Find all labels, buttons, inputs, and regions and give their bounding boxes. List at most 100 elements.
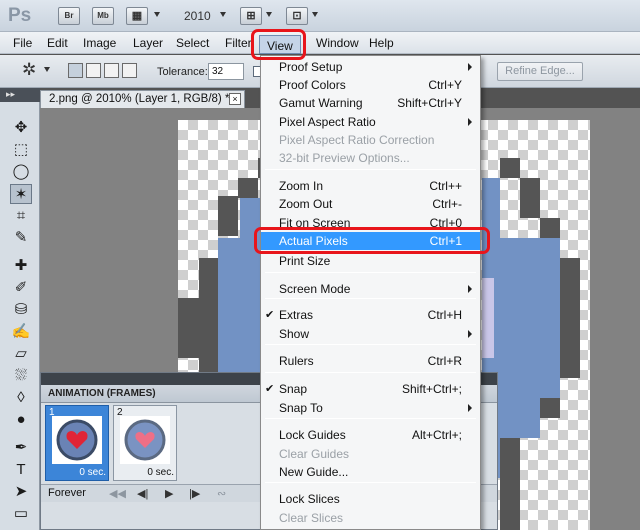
launch-mini-bridge-button[interactable]: Mb — [92, 7, 114, 25]
view-menu-item-lock-guides[interactable]: Lock Guides Alt+Ctrl+; — [261, 426, 480, 444]
menu-separator — [265, 169, 476, 170]
view-menu-item-zoom-in[interactable]: Zoom In Ctrl++ — [261, 177, 480, 195]
eraser-icon[interactable]: ▱ — [10, 344, 32, 364]
chevron-down-icon[interactable] — [220, 12, 226, 17]
history-brush-icon[interactable]: ✍ — [10, 322, 32, 342]
marquee-icon[interactable]: ⬚ — [10, 140, 32, 160]
rectangle-icon[interactable]: ▭ — [10, 504, 32, 524]
view-menu-item-rulers[interactable]: Rulers Ctrl+R — [261, 352, 480, 370]
lasso-icon[interactable]: ◯ — [10, 162, 32, 182]
menu-separator — [265, 372, 476, 373]
next-frame-button[interactable]: |▶ — [189, 487, 200, 500]
menu-filter[interactable]: Filter — [225, 36, 252, 50]
first-frame-button[interactable]: ◀◀ — [109, 487, 126, 500]
magic-wand-icon[interactable]: ✶ — [10, 184, 32, 204]
menu-item-shortcut: Ctrl+Y — [428, 78, 462, 92]
menu-item-shortcut: Shift+Ctrl+Y — [397, 96, 462, 110]
menu-item-label: New Guide... — [279, 465, 349, 479]
view-menu-item-print-size[interactable]: Print Size — [261, 252, 480, 270]
menu-item-label: 32-bit Preview Options... — [279, 151, 410, 165]
frame-thumbnail — [120, 416, 170, 464]
view-menu-item-zoom-out[interactable]: Zoom Out Ctrl+- — [261, 195, 480, 213]
view-menu-item-snap[interactable]: ✔ Snap Shift+Ctrl+; — [261, 380, 480, 398]
submenu-arrow-icon — [468, 63, 472, 71]
frame-delay[interactable]: 0 sec. — [114, 467, 174, 478]
type-icon[interactable]: T — [10, 460, 32, 480]
animation-panel-title: ANIMATION (FRAMES) — [48, 388, 156, 399]
zoom-level[interactable]: 2010 — [184, 9, 211, 23]
launch-bridge-button[interactable]: Br — [58, 7, 80, 25]
document-tab[interactable]: 2.png @ 2010% (Layer 1, RGB/8) * × — [40, 90, 245, 108]
menu-item-label: Extras — [279, 308, 314, 322]
view-extras-button[interactable]: ▦ — [126, 7, 148, 25]
menu-item-label: Print Size — [279, 254, 331, 268]
menu-separator — [265, 298, 476, 299]
subtract-from-selection-button[interactable] — [104, 63, 119, 78]
view-menu-item-new-guide[interactable]: New Guide... — [261, 463, 480, 481]
clone-stamp-icon[interactable]: ⛁ — [10, 300, 32, 320]
view-menu-item-pixel-aspect-ratio-correction: Pixel Aspect Ratio Correction — [261, 131, 480, 149]
chevron-down-icon[interactable] — [312, 12, 318, 17]
view-menu-item-extras[interactable]: ✔ Extras Ctrl+H — [261, 306, 480, 324]
menu-item-label: Proof Colors — [279, 78, 346, 92]
view-menu-item-proof-setup[interactable]: Proof Setup — [261, 58, 480, 76]
collapse-icon[interactable]: ▸▸ — [6, 89, 15, 100]
menu-edit[interactable]: Edit — [47, 36, 68, 50]
loop-select[interactable]: Forever — [48, 487, 86, 499]
view-menu-item-screen-mode[interactable]: Screen Mode — [261, 280, 480, 298]
view-menu-item-pixel-aspect-ratio[interactable]: Pixel Aspect Ratio — [261, 113, 480, 131]
screen-mode-button[interactable]: ⊡ — [286, 7, 308, 25]
menu-item-shortcut: Ctrl+R — [427, 354, 462, 368]
tools-panel-header[interactable]: ▸▸ — [0, 88, 40, 102]
move-icon[interactable]: ✥ — [10, 118, 32, 138]
view-menu-item-snap-to[interactable]: Snap To — [261, 399, 480, 417]
brush-icon[interactable]: ✐ — [10, 278, 32, 298]
previous-frame-button[interactable]: ◀| — [137, 487, 148, 500]
menu-image[interactable]: Image — [83, 36, 116, 50]
animation-frame[interactable]: 1 0 sec. — [45, 405, 109, 481]
animation-frame[interactable]: 2 0 sec. — [113, 405, 177, 481]
menu-layer[interactable]: Layer — [133, 36, 163, 50]
refine-edge-button[interactable]: Refine Edge... — [497, 62, 583, 81]
chevron-down-icon[interactable] — [266, 12, 272, 17]
magic-wand-icon[interactable]: ✲ — [22, 60, 36, 80]
play-button[interactable]: ▶ — [165, 487, 173, 500]
new-selection-button[interactable] — [68, 63, 83, 78]
photoshop-logo: Ps — [8, 5, 32, 26]
menu-item-label: Clear Guides — [279, 447, 350, 461]
pen-icon[interactable]: ✒ — [10, 438, 32, 458]
view-menu-item-lock-slices[interactable]: Lock Slices — [261, 490, 480, 508]
menu-window[interactable]: Window — [316, 36, 359, 50]
view-menu-item-gamut-warning[interactable]: Gamut Warning Shift+Ctrl+Y — [261, 94, 480, 112]
view-menu-item-proof-colors[interactable]: Proof Colors Ctrl+Y — [261, 76, 480, 94]
menu-select[interactable]: Select — [176, 36, 209, 50]
healing-brush-icon[interactable]: ✚ — [10, 256, 32, 276]
close-icon[interactable]: × — [229, 93, 241, 105]
menu-help[interactable]: Help — [369, 36, 394, 50]
blur-icon[interactable]: ◊ — [10, 388, 32, 408]
path-selection-icon[interactable]: ➤ — [10, 482, 32, 502]
document-title: 2.png @ 2010% (Layer 1, RGB/8) * — [49, 93, 230, 105]
eyedropper-icon[interactable]: ✎ — [10, 228, 32, 248]
title-bar: Ps Br Mb ▦ 2010 ⊞ ⊡ — [0, 0, 640, 32]
menu-item-label: Zoom Out — [279, 197, 333, 211]
menu-item-shortcut: Ctrl+H — [427, 308, 462, 322]
arrange-documents-button[interactable]: ⊞ — [240, 7, 262, 25]
menu-file[interactable]: File — [13, 36, 32, 50]
tween-button[interactable]: ∾ — [217, 487, 226, 500]
menu-item-label: Rulers — [279, 354, 314, 368]
tolerance-input[interactable]: 32 — [208, 63, 244, 80]
paint-bucket-icon[interactable]: ⛆ — [10, 366, 32, 386]
add-to-selection-button[interactable] — [86, 63, 101, 78]
dodge-icon[interactable]: ● — [10, 410, 32, 430]
submenu-arrow-icon — [468, 285, 472, 293]
frame-delay[interactable]: 0 sec. — [46, 467, 106, 478]
annotation-highlight-actual-pixels — [254, 227, 490, 254]
crop-icon[interactable]: ⌗ — [10, 206, 32, 226]
chevron-down-icon[interactable] — [154, 12, 160, 17]
intersect-selection-button[interactable] — [122, 63, 137, 78]
chevron-down-icon[interactable] — [44, 67, 50, 72]
tolerance-label: Tolerance: — [157, 66, 208, 78]
view-menu-item-show[interactable]: Show — [261, 325, 480, 343]
menu-separator — [265, 344, 476, 345]
